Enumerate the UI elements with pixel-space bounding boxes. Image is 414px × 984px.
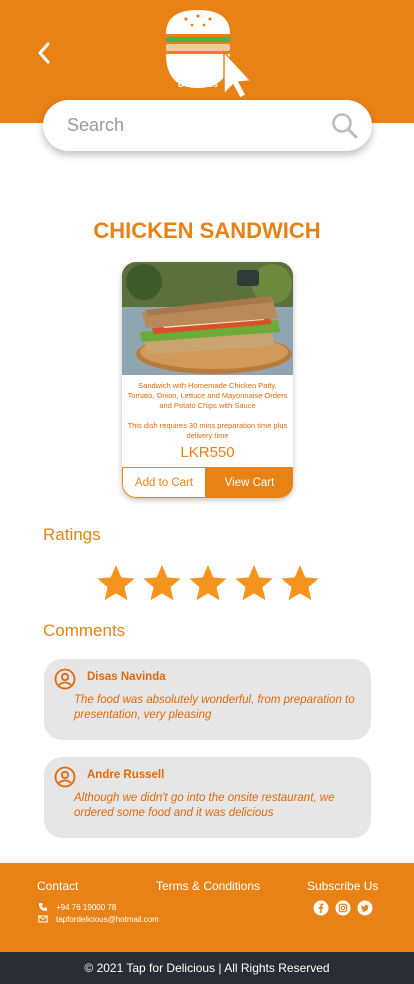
comment-card: Disas Navinda The food was absolutely wo… [44, 659, 371, 740]
contact-email[interactable]: tapfordelicious@hotmail.com [38, 914, 159, 924]
site-footer: Contact Terms & Conditions Subscribe Us … [0, 863, 414, 952]
user-avatar-icon [54, 766, 76, 788]
ratings-heading: Ratings [43, 525, 101, 544]
product-card: Sandwich with Homemade Chicken Patty, To… [122, 262, 293, 498]
dish-title: CHICKEN SANDWICH [93, 218, 321, 243]
chevron-left-icon[interactable] [30, 38, 60, 68]
instagram-icon[interactable] [335, 900, 351, 916]
email-icon [38, 914, 48, 924]
contact-phone[interactable]: +94 76 19000 78 [38, 902, 116, 912]
user-avatar-icon [54, 668, 76, 690]
comment-author: Andre Russell [87, 769, 165, 781]
star-icon[interactable] [142, 563, 182, 603]
sandwich-image [122, 262, 293, 375]
email-text: tapfordelicious@hotmail.com [56, 914, 159, 924]
comments-heading: Comments [43, 621, 126, 640]
star-icon[interactable] [280, 563, 320, 603]
star-icon[interactable] [96, 563, 136, 603]
phone-icon [38, 902, 48, 912]
terms-link[interactable]: Terms & Conditions [156, 879, 260, 893]
copyright-bar: © 2021 Tap for Delicious | All Rights Re… [0, 952, 414, 984]
star-icon[interactable] [234, 563, 274, 603]
logo-text-line2: Delicious [177, 79, 218, 89]
view-cart-button[interactable]: View Cart [206, 467, 293, 498]
comment-text: Although we didn't go into the onsite re… [74, 792, 335, 819]
facebook-icon[interactable] [313, 900, 329, 916]
twitter-icon[interactable] [357, 900, 373, 916]
add-to-cart-button[interactable]: Add to Cart [122, 467, 206, 498]
social-links [313, 900, 373, 916]
phone-text: +94 76 19000 78 [56, 902, 117, 912]
logo-text-line1: Tap [190, 69, 206, 79]
comment-text: The food was absolutely wonderful, from … [74, 694, 355, 721]
comment-author: Disas Navinda [87, 671, 166, 683]
prep-time-note: This dish requires 30 mins preparation t… [127, 421, 288, 440]
comment-card: Andre Russell Although we didn't go into… [44, 757, 371, 838]
dish-description: Sandwich with Homemade Chicken Patty, To… [127, 381, 288, 410]
dish-price: LKR550 [180, 444, 235, 461]
search-input[interactable] [67, 100, 327, 151]
search-bar [43, 100, 372, 151]
contact-heading: Contact [37, 879, 79, 893]
star-icon[interactable] [188, 563, 228, 603]
tap-delicious-logo[interactable]: Tap Delicious [160, 6, 256, 102]
subscribe-heading: Subscribe Us [307, 879, 379, 893]
star-rating[interactable] [96, 563, 320, 603]
back-button[interactable] [30, 38, 60, 68]
search-icon[interactable] [331, 112, 359, 140]
